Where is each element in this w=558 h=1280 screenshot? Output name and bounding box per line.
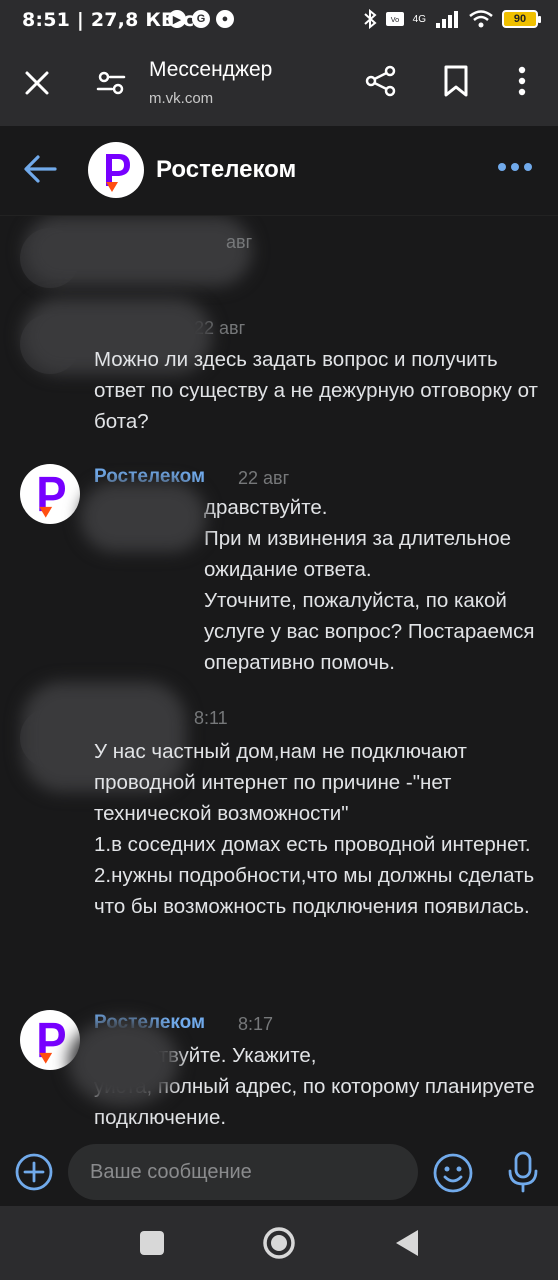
close-icon[interactable] [20, 66, 54, 100]
redacted-blur [24, 216, 252, 286]
message-item: Ростелеком 22 авг дравствуйте. При м изв… [0, 462, 558, 682]
message-text: У нас частный дом,нам не подключают пров… [94, 740, 535, 918]
site-settings-icon[interactable] [96, 68, 126, 98]
message-item: 8:11 У нас частный дом,нам не подключают… [0, 682, 558, 992]
bluetooth-icon [363, 9, 377, 29]
microphone-icon[interactable] [506, 1150, 540, 1194]
back-arrow-icon[interactable] [22, 154, 58, 184]
more-horizontal-icon[interactable] [496, 160, 534, 174]
message-text: дравствуйте. При м извинения за длительн… [204, 496, 535, 674]
message-input[interactable] [68, 1144, 418, 1200]
battery-level: 90 [513, 13, 527, 25]
message-item: Ростелеком 8:17 здравствуйте. Укажите, у… [0, 1008, 558, 1142]
back-button[interactable] [394, 1228, 420, 1258]
wifi-icon [469, 10, 493, 28]
rostelecom-logo-icon [39, 476, 65, 518]
message-item: ... 22 авг Можно ли здесь задать вопрос … [0, 298, 558, 438]
emoji-icon[interactable] [432, 1152, 474, 1194]
battery-icon: 90 [502, 10, 541, 28]
more-vertical-icon[interactable] [508, 64, 536, 98]
browser-url: m.vk.com [149, 90, 214, 107]
message-time: 22 авг [238, 468, 290, 488]
message-time: 8:11 [194, 708, 228, 728]
browser-toolbar: Мессенджер m.vk.com [0, 40, 558, 126]
play-store-icon: ▶ [168, 10, 186, 28]
google-icon: G [192, 10, 210, 28]
signal-icon [436, 11, 458, 28]
home-button[interactable] [262, 1226, 296, 1260]
bookmark-icon[interactable] [440, 64, 472, 98]
status-system-icons: Vo 4G 90 [363, 9, 541, 29]
svg-text:Vo: Vo [390, 16, 399, 24]
app-notification-icon: ● [216, 10, 234, 28]
recent-apps-button[interactable] [140, 1231, 164, 1255]
message-composer [0, 1142, 558, 1204]
chat-avatar[interactable] [88, 142, 144, 198]
share-icon[interactable] [364, 64, 398, 98]
redacted-blur [80, 482, 206, 552]
network-type: 4G [412, 13, 426, 25]
system-nav-bar [0, 1206, 558, 1280]
browser-page-title: Мессенджер [149, 58, 273, 81]
avatar[interactable] [20, 464, 80, 524]
message-time: 8:17 [238, 1014, 274, 1034]
status-notification-icons: ▶ G ● [168, 10, 234, 28]
chat-title: Ростелеком [156, 156, 297, 183]
add-attachment-icon[interactable] [14, 1152, 54, 1192]
message-item: авг [0, 216, 558, 306]
message-time: авг [226, 232, 253, 252]
redacted-blur [68, 1018, 178, 1106]
status-bar: 8:51 | 27,8 КБ/с ▶ G ● Vo 4G 90 [0, 0, 558, 40]
message-text: Можно ли здесь задать вопрос и получить … [94, 348, 538, 433]
volte-icon: Vo [385, 12, 404, 26]
message-list: авг ... 22 авг Можно ли здесь задать воп… [0, 216, 558, 1142]
chat-header: Ростелеком [0, 126, 558, 216]
rostelecom-logo-icon [106, 154, 130, 192]
